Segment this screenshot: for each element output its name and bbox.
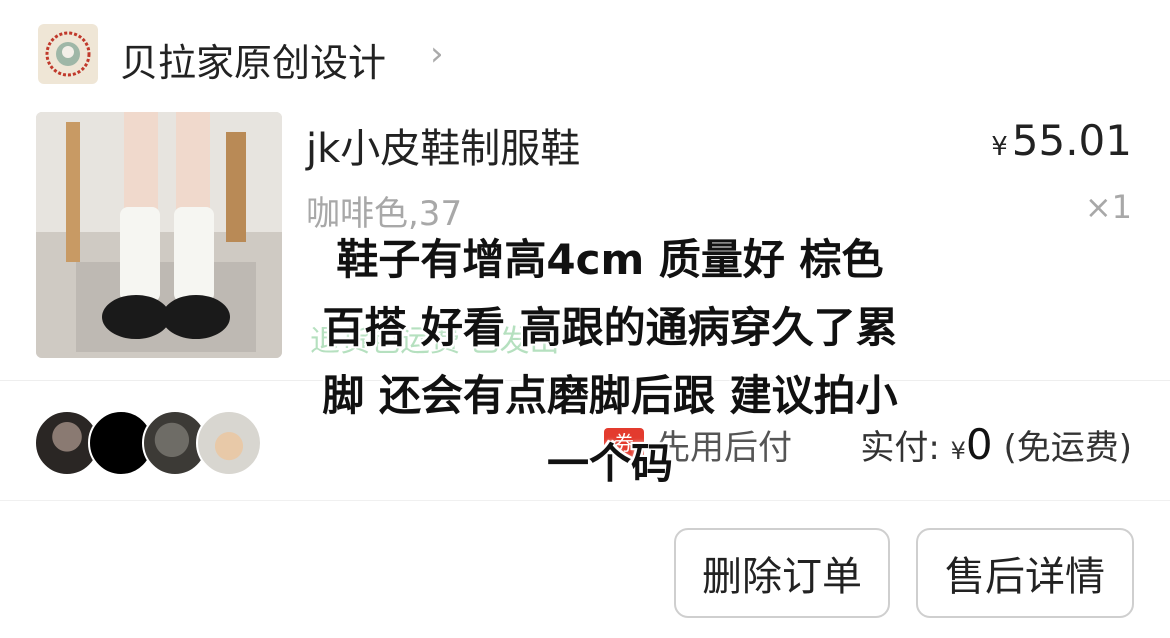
delete-order-button[interactable]: 删除订单 xyxy=(674,528,890,618)
caption-line: 鞋子有增高4cm 质量好 棕色 xyxy=(336,235,884,284)
review-caption: 鞋子有增高4cm 质量好 棕色 百搭 好看 高跟的通病穿久了累 脚 还会有点磨脚… xyxy=(270,226,950,498)
product-title[interactable]: jk小皮鞋制服鞋 xyxy=(306,116,580,174)
price-value: 55.01 xyxy=(1011,116,1132,165)
divider xyxy=(0,500,1170,501)
currency-symbol: ¥ xyxy=(950,437,966,465)
product-image[interactable] xyxy=(36,112,282,358)
shop-name[interactable]: 贝拉家原创设计 xyxy=(120,32,386,87)
after-sale-details-button[interactable]: 售后详情 xyxy=(916,528,1134,618)
caption-line: 一个码 xyxy=(546,439,673,488)
caption-line: 百搭 好看 高跟的通病穿久了累 xyxy=(322,303,898,352)
paid-value: 0 xyxy=(965,420,993,469)
currency-symbol: ¥ xyxy=(991,132,1008,162)
avatar[interactable] xyxy=(196,410,262,476)
product-price: ¥55.01 xyxy=(991,116,1132,165)
shop-logo[interactable] xyxy=(38,24,98,84)
caption-line: 脚 还会有点磨脚后跟 建议拍小 xyxy=(322,371,898,420)
shipping-note: (免运费) xyxy=(1003,428,1132,468)
shop-logo-icon xyxy=(45,31,91,77)
chevron-right-icon[interactable]: › xyxy=(430,34,444,74)
product-quantity: ×1 xyxy=(1084,188,1132,226)
